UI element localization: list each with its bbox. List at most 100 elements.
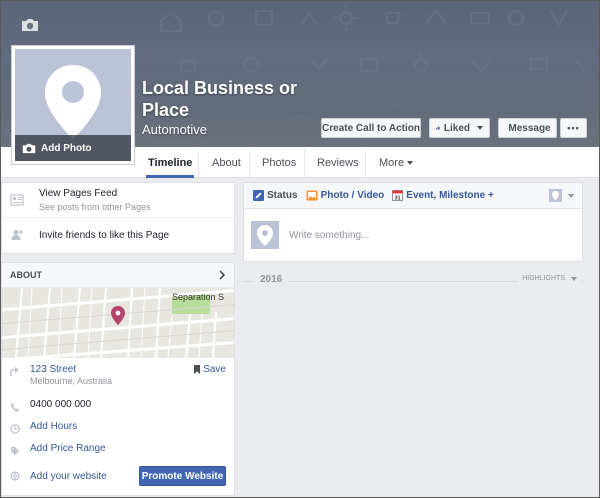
save-button[interactable]: Save (194, 364, 226, 375)
photo-video-tab-label: Photo / Video (320, 190, 385, 201)
nav-divider (198, 149, 199, 177)
add-friend-icon (11, 230, 23, 240)
promote-website-label: Promote Website (141, 470, 224, 482)
add-photo-label: Add Photo (41, 142, 92, 154)
chevron-down-icon (568, 193, 574, 198)
left-column: View Pages Feed See posts from other Pag… (1, 182, 235, 496)
chevron-right-icon[interactable] (219, 270, 226, 280)
phone-icon (10, 403, 20, 412)
status-tab[interactable]: Status (253, 190, 298, 201)
website-row: Add your website Promote Website (10, 465, 226, 487)
post-as-selector[interactable] (549, 189, 574, 202)
tab-about-label: About (212, 156, 241, 169)
tab-timeline[interactable]: Timeline (146, 147, 195, 178)
address-line2: Melbourne, Australia (30, 376, 113, 386)
post-composer: Status Photo / Video 31 Event, Milestone… (243, 182, 583, 262)
address-text: 123 Street Melbourne, Australia (30, 364, 112, 386)
chevron-down-icon (477, 126, 483, 130)
location-pin-icon (552, 191, 559, 201)
pencil-icon (253, 190, 264, 201)
add-website-link[interactable]: Add your website (30, 471, 107, 482)
address-row: 123 Street Melbourne, Australia Save (10, 364, 226, 399)
map-street-label: Separation S (172, 292, 225, 302)
quick-links-card: View Pages Feed See posts from other Pag… (1, 182, 235, 254)
message-button[interactable]: Message (498, 118, 557, 138)
promote-website-button[interactable]: Promote Website (139, 466, 226, 486)
add-price-range-link[interactable]: Add Price Range (30, 443, 106, 454)
camera-icon[interactable] (21, 18, 39, 32)
event-milestone-tab[interactable]: 31 Event, Milestone + (392, 190, 494, 201)
invite-friends-text: Invite friends to like this Page (39, 218, 169, 253)
globe-icon (10, 471, 20, 481)
chevron-down-icon (407, 160, 414, 165)
message-label: Message (508, 122, 551, 134)
more-options-icon: ••• (567, 123, 580, 133)
chevron-down-icon (571, 276, 577, 281)
add-hours-link[interactable]: Add Hours (30, 421, 77, 432)
status-tab-label: Status (267, 190, 298, 201)
price-range-row[interactable]: Add Price Range (10, 443, 226, 465)
svg-text:31: 31 (395, 196, 401, 202)
directions-icon (10, 367, 19, 376)
view-pages-feed-link[interactable]: View Pages Feed See posts from other Pag… (2, 183, 234, 218)
tab-more-label: More (379, 156, 405, 169)
news-feed-icon (10, 194, 24, 206)
nav-divider (365, 149, 366, 177)
thumbs-up-icon (436, 126, 440, 130)
tab-about[interactable]: About (210, 147, 243, 178)
post-input[interactable]: Write something... (289, 230, 369, 241)
save-label: Save (203, 364, 226, 375)
about-heading: ABOUT (10, 270, 42, 280)
profile-picture[interactable]: Add Photo (11, 45, 135, 165)
tab-timeline-label: Timeline (148, 156, 193, 169)
liked-button[interactable]: Liked (429, 118, 490, 138)
location-pin-icon (257, 225, 273, 246)
photo-icon (306, 190, 318, 201)
bookmark-icon (194, 365, 201, 374)
view-pages-feed-subtitle: See posts from other Pages (39, 202, 151, 212)
camera-icon (22, 143, 36, 153)
calendar-icon: 31 (392, 190, 404, 202)
tab-photos[interactable]: Photos (260, 147, 298, 178)
highlights-filter[interactable]: HIGHLIGHTS (518, 275, 581, 282)
phone-row: 0400 000 000 (10, 399, 226, 421)
hours-row[interactable]: Add Hours (10, 421, 226, 443)
page-avatar-small (549, 189, 562, 202)
add-photo-button[interactable]: Add Photo (15, 135, 131, 161)
location-pin-icon (45, 65, 101, 139)
nav-divider (249, 149, 250, 177)
nav-divider (304, 149, 305, 177)
create-call-to-action-button[interactable]: Create Call to Action (321, 118, 421, 138)
page-avatar (251, 221, 279, 249)
timeline-divider: 2016 HIGHLIGHTS (243, 268, 583, 294)
highlights-label: HIGHLIGHTS (522, 275, 565, 282)
clock-icon (10, 424, 20, 434)
profile-placeholder: Add Photo (15, 49, 131, 161)
right-column: Status Photo / Video 31 Event, Milestone… (243, 182, 583, 294)
more-options-button[interactable]: ••• (560, 118, 587, 138)
invite-friends-label: Invite friends to like this Page (39, 230, 170, 241)
tab-reviews-label: Reviews (317, 156, 359, 169)
view-pages-feed-text: View Pages Feed See posts from other Pag… (39, 183, 151, 217)
location-map[interactable]: Separation S (2, 288, 234, 358)
address-line1[interactable]: 123 Street (30, 364, 112, 375)
phone-number: 0400 000 000 (30, 399, 92, 410)
about-list: 123 Street Melbourne, Australia Save 040… (2, 358, 234, 495)
view-pages-feed-title: View Pages Feed (39, 188, 118, 199)
price-tag-icon (11, 447, 19, 455)
liked-label: Liked (443, 122, 470, 134)
page-title: Local Business or Place (142, 78, 298, 120)
about-header[interactable]: ABOUT (2, 263, 234, 288)
about-card: ABOUT Separation S 123 Street Melbourne,… (1, 262, 235, 496)
event-milestone-tab-label: Event, Milestone + (406, 190, 494, 201)
composer-tabs: Status Photo / Video 31 Event, Milestone… (244, 183, 582, 209)
tab-photos-label: Photos (262, 156, 297, 169)
tab-reviews[interactable]: Reviews (315, 147, 361, 178)
photo-video-tab[interactable]: Photo / Video (306, 190, 385, 201)
timeline-year[interactable]: 2016 (253, 274, 290, 285)
invite-friends-link[interactable]: Invite friends to like this Page (2, 218, 234, 253)
facebook-page: Local Business or Place Automotive Creat… (0, 0, 600, 498)
composer-body[interactable]: Write something... (244, 209, 582, 261)
tab-more[interactable]: More (377, 147, 415, 178)
page-category[interactable]: Automotive (142, 122, 207, 137)
